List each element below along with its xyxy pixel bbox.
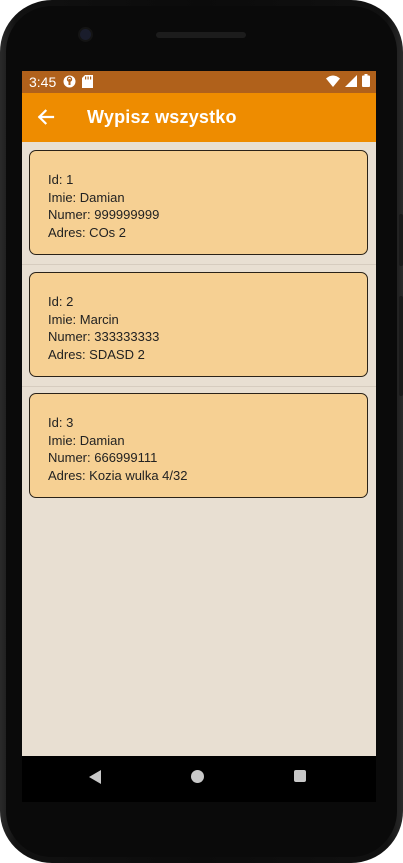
app-bar: Wypisz wszystko: [22, 93, 376, 142]
system-nav-bar: [22, 756, 376, 802]
record-id: Id: 1: [48, 172, 74, 187]
status-left-icons: [63, 75, 93, 91]
front-camera: [80, 29, 91, 40]
list-item: Id: 1 Imie: Damian Numer: 999999999 Adre…: [22, 142, 376, 265]
nav-recents-icon[interactable]: [294, 770, 306, 782]
record-card[interactable]: Id: 1 Imie: Damian Numer: 999999999 Adre…: [29, 150, 368, 255]
sd-card-icon: [82, 75, 93, 91]
record-name: Imie: Damian: [48, 189, 125, 205]
status-time: 3:45: [29, 74, 57, 90]
record-address: Adres: SDASD 2: [48, 346, 145, 362]
record-name: Imie: Damian: [48, 432, 125, 448]
record-id: Id: 3: [48, 415, 74, 430]
power-button: [399, 214, 403, 266]
record-address: Adres: COs 2: [48, 224, 127, 240]
record-card[interactable]: Id: 2 Imie: Marcin Numer: 333333333 Adre…: [29, 272, 368, 377]
nav-home-icon[interactable]: [191, 770, 204, 783]
cell-signal-icon: [345, 74, 357, 90]
volume-button: [399, 296, 403, 396]
wifi-icon: [326, 74, 340, 90]
battery-icon: [362, 74, 370, 90]
arrow-left-icon[interactable]: [36, 107, 56, 127]
record-name: Imie: Marcin: [48, 311, 119, 327]
record-number: Numer: 666999111: [48, 450, 158, 466]
status-bar: 3:45: [22, 71, 376, 93]
records-list: Id: 1 Imie: Damian Numer: 999999999 Adre…: [22, 142, 376, 508]
record-number: Numer: 999999999: [48, 207, 160, 223]
app-screen: 3:45 Wypisz wszystko Id: 1 Imie: Damian …: [22, 71, 376, 756]
record-card[interactable]: Id: 3 Imie: Damian Numer: 666999111 Adre…: [29, 393, 368, 498]
nav-back-icon[interactable]: [88, 770, 102, 789]
record-id: Id: 2: [48, 294, 74, 309]
page-title: Wypisz wszystko: [87, 107, 237, 127]
list-item: Id: 3 Imie: Damian Numer: 666999111 Adre…: [22, 386, 376, 508]
list-item: Id: 2 Imie: Marcin Numer: 333333333 Adre…: [22, 264, 376, 387]
signal-tower-icon: [63, 75, 76, 91]
status-right-icons: [326, 74, 370, 90]
earpiece-speaker: [156, 32, 246, 38]
record-address: Adres: Kozia wulka 4/32: [48, 467, 188, 483]
record-number: Numer: 333333333: [48, 329, 160, 345]
